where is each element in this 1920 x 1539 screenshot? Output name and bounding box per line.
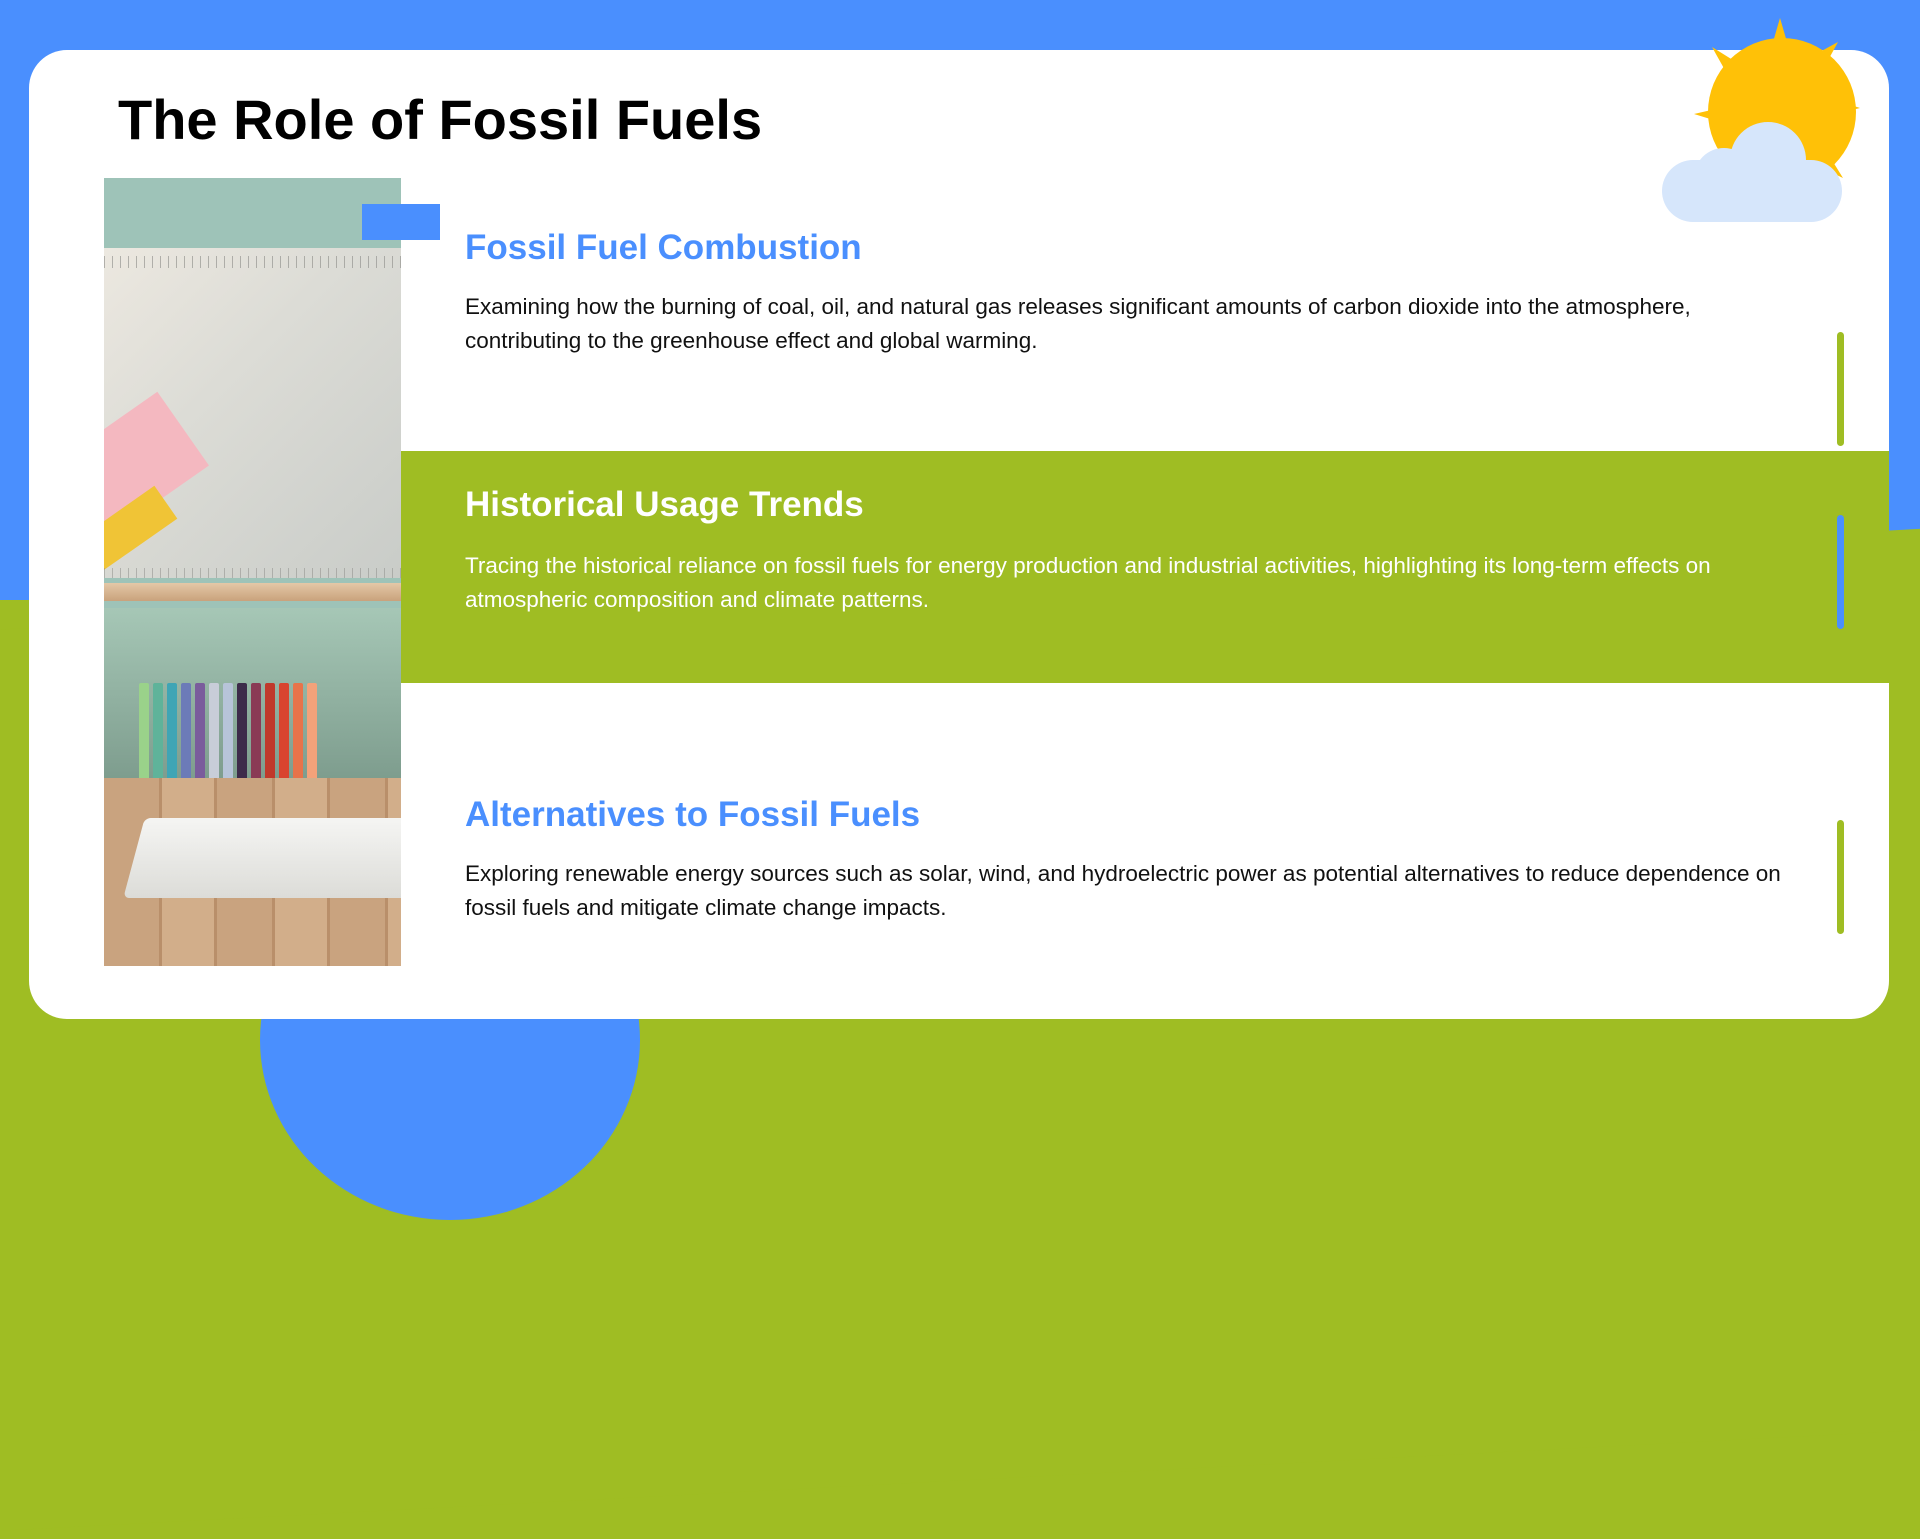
section-description: Examining how the burning of coal, oil, … (465, 294, 1691, 353)
accent-bar (1837, 820, 1844, 934)
section-alternatives-to-fossil-fuels: Alternatives to Fossil Fuels Exploring r… (401, 683, 1889, 966)
ruler-marks (104, 256, 401, 268)
open-book (123, 818, 401, 898)
slide-card: The Role of Fossil Fuels Fossil Fuel Com… (29, 50, 1889, 1019)
colored-pencils (139, 683, 317, 778)
section-description: Tracing the historical reliance on fossi… (465, 553, 1711, 612)
section-heading: Alternatives to Fossil Fuels (465, 795, 921, 834)
blue-accent-block (362, 204, 440, 240)
slide-title: The Role of Fossil Fuels (118, 88, 763, 151)
section-historical-usage-trends: Historical Usage Trends Tracing the hist… (401, 451, 1889, 683)
classroom-photo (104, 178, 401, 966)
section-heading: Historical Usage Trends (465, 485, 864, 524)
accent-bar (1837, 332, 1844, 446)
shelf-middle (104, 583, 401, 601)
section-description: Exploring renewable energy sources such … (465, 861, 1781, 920)
ruler-marks-lower (104, 568, 401, 578)
accent-bar (1837, 515, 1844, 629)
section-heading: Fossil Fuel Combustion (465, 228, 862, 267)
sun-behind-cloud-icon (1662, 18, 1860, 222)
